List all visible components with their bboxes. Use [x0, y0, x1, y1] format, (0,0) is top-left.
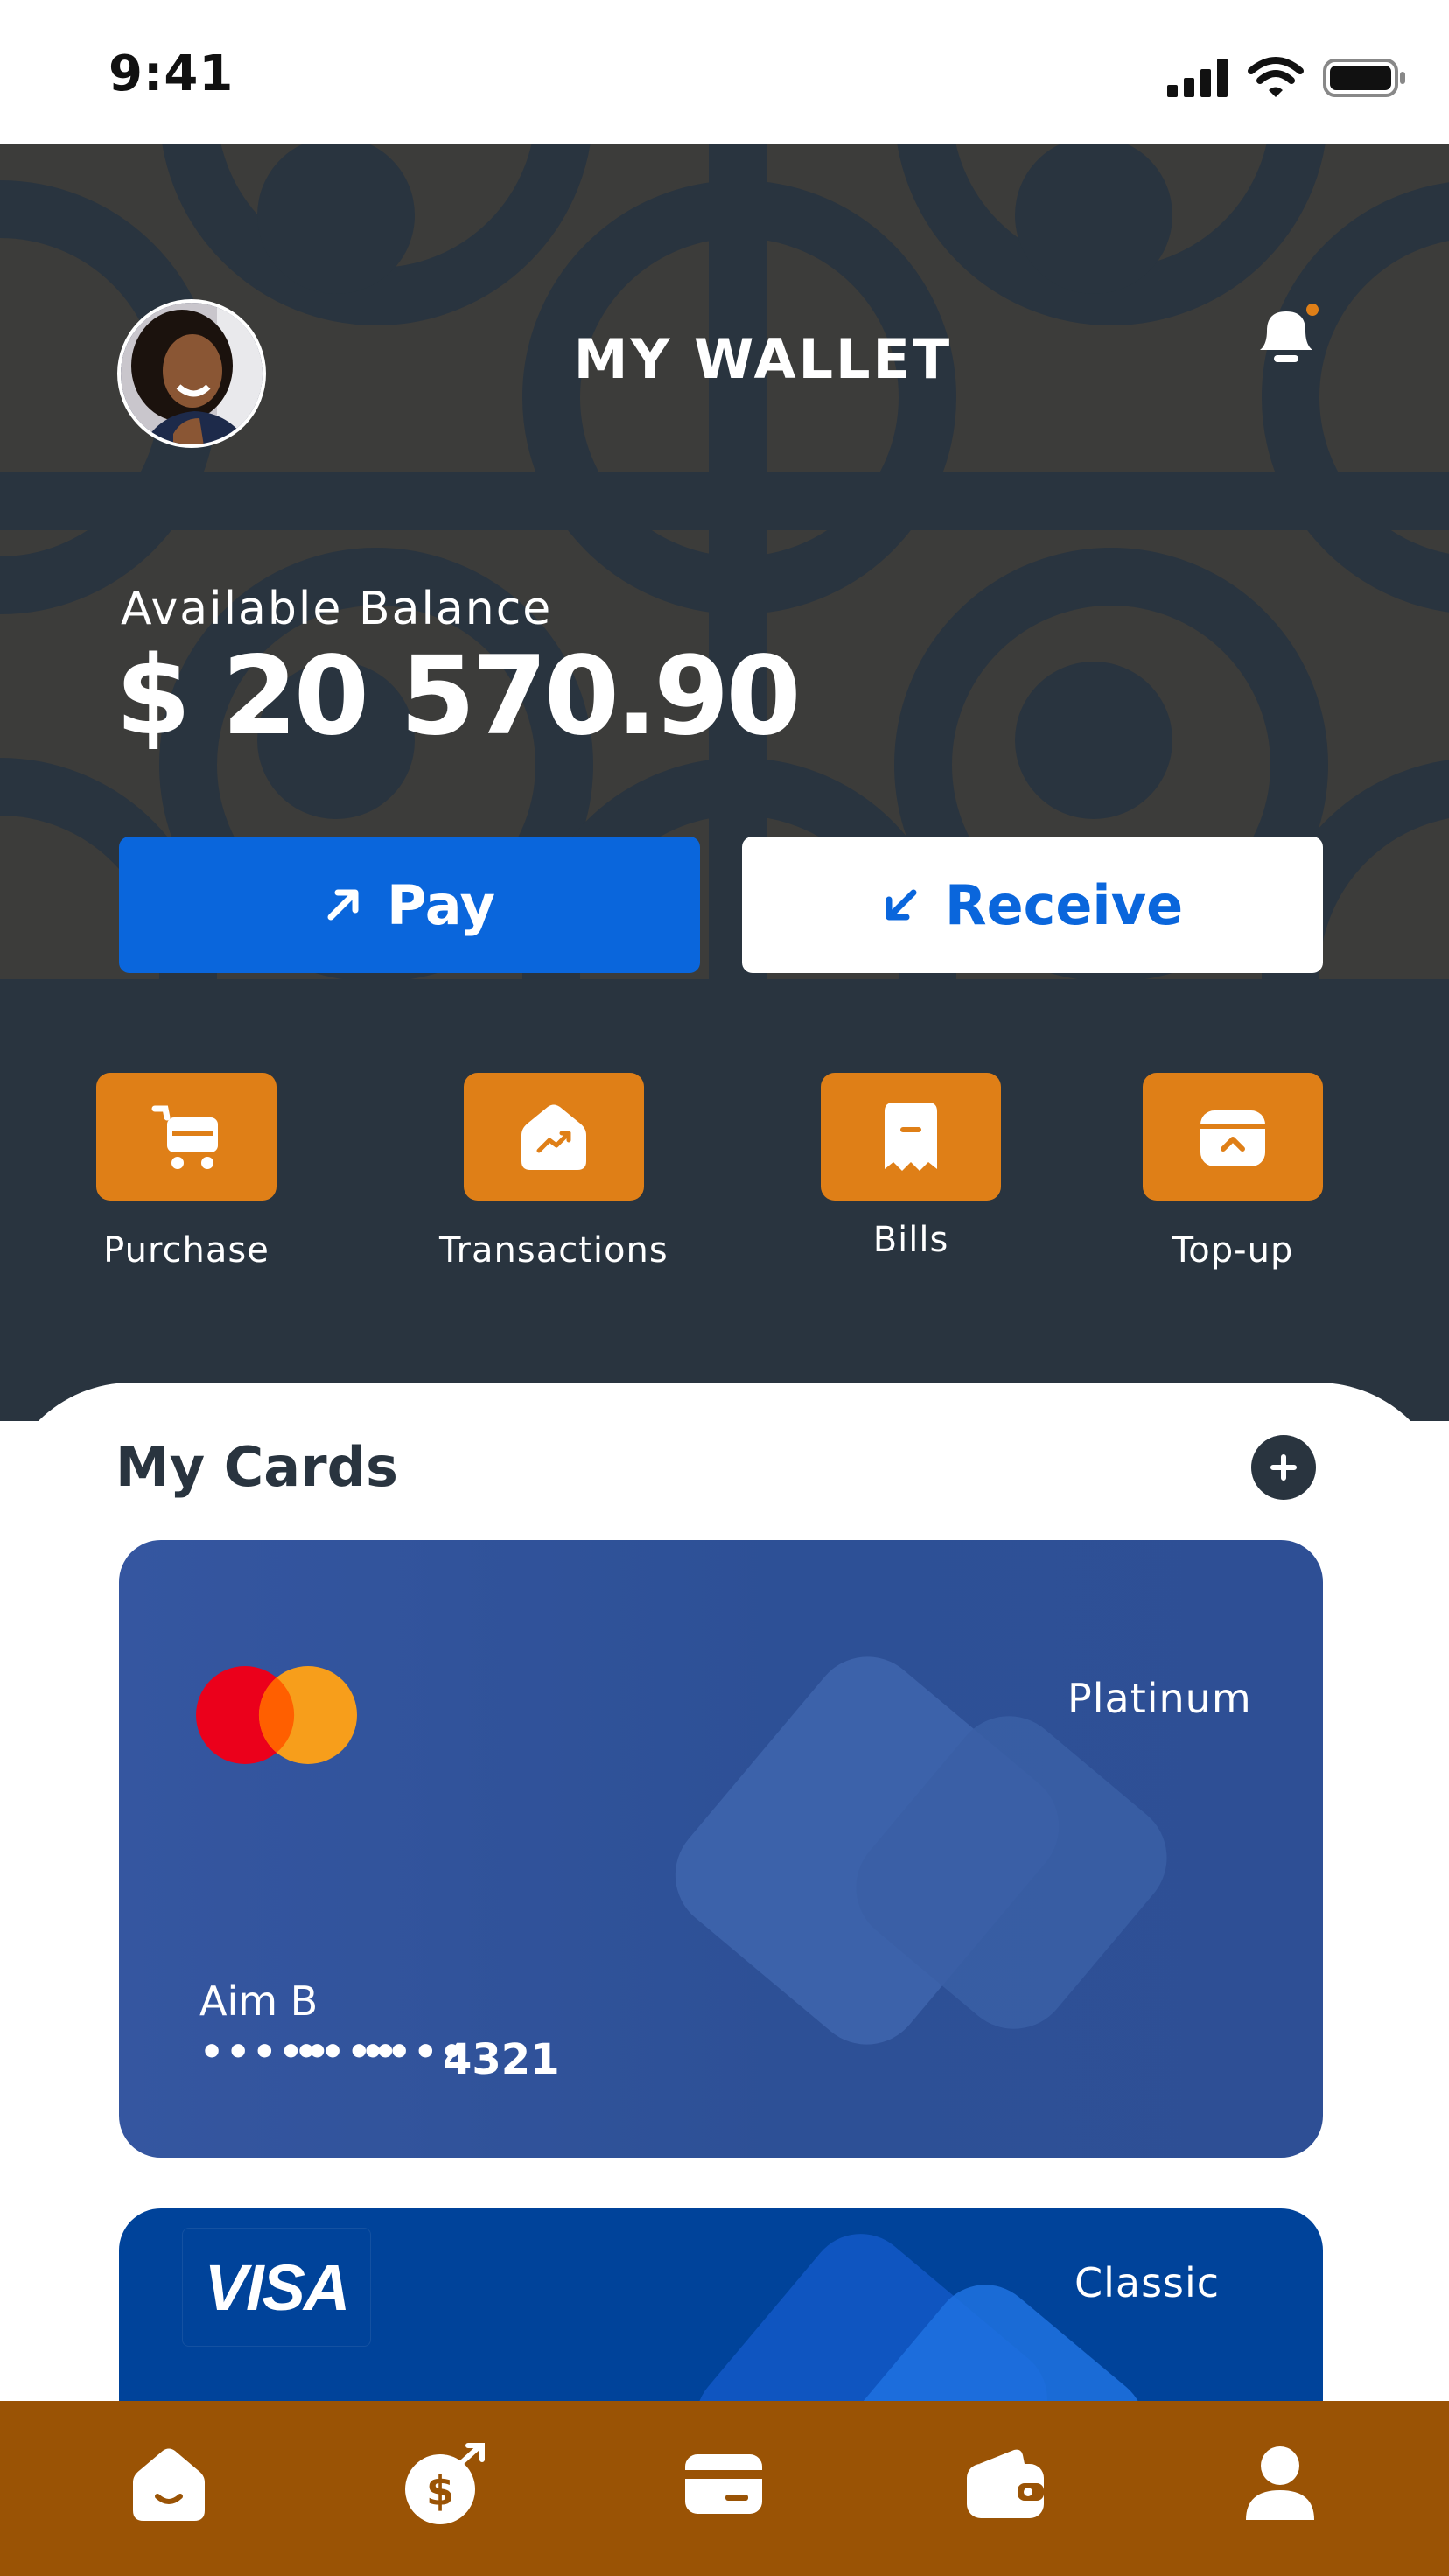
- wallet-screen: 9:41 MY WALLET Available Balance $ 20 57…: [0, 0, 1449, 2576]
- card-icon: [685, 2454, 762, 2514]
- wallet-icon: [967, 2449, 1044, 2518]
- nav-profile[interactable]: [1232, 2436, 1328, 2532]
- my-cards-title: My Cards: [116, 1435, 398, 1499]
- chart-icon: [521, 1104, 586, 1170]
- quick-actions: Purchase Transactions Bills Top-up: [0, 1073, 1449, 1283]
- status-time: 9:41: [108, 46, 234, 102]
- nav-transfer[interactable]: $: [397, 2436, 494, 2532]
- signal-icon: [1167, 59, 1228, 97]
- page-title: MY WALLET: [573, 327, 953, 391]
- wallet-topup-icon: [1200, 1110, 1265, 1166]
- nav-home[interactable]: [121, 2436, 217, 2532]
- profile-icon: [1246, 2446, 1314, 2520]
- notification-bell-icon[interactable]: [1253, 301, 1320, 371]
- action-label: Bills: [872, 1220, 949, 1260]
- bills-action[interactable]: Bills: [821, 1073, 1001, 1260]
- bottom-navigation: $: [0, 2401, 1449, 2576]
- pay-button[interactable]: Pay: [119, 836, 700, 973]
- arrow-down-left-icon: [886, 889, 917, 920]
- card-tier: Classic: [1074, 2259, 1221, 2306]
- purchase-action[interactable]: Purchase: [96, 1073, 276, 1270]
- action-label: Purchase: [103, 1230, 270, 1270]
- mastercard-card[interactable]: Platinum Aim B ••••• •••• •••• 4321: [119, 1540, 1323, 2158]
- receive-button[interactable]: Receive: [742, 836, 1323, 973]
- action-tile: [1143, 1073, 1323, 1200]
- receive-button-label: Receive: [944, 872, 1184, 937]
- transactions-action[interactable]: Transactions: [439, 1073, 668, 1270]
- pay-button-label: Pay: [386, 872, 496, 937]
- home-icon: [133, 2448, 205, 2521]
- action-tile: [463, 1073, 644, 1200]
- cards-section: My Cards Platinum Aim B ••••• •••• •••• …: [0, 1382, 1449, 2576]
- action-tile: [821, 1073, 1001, 1200]
- add-card-button[interactable]: [1251, 1435, 1316, 1500]
- battery-icon: [1323, 59, 1405, 97]
- status-icons: [1167, 56, 1407, 100]
- plus-icon: [1270, 1454, 1297, 1480]
- card-tier: Platinum: [1068, 1675, 1252, 1722]
- wifi-icon: [1248, 57, 1304, 97]
- receipt-icon: [885, 1102, 937, 1171]
- action-label: Top-up: [1172, 1230, 1294, 1270]
- mastercard-logo-icon: [196, 1666, 357, 1764]
- money-transfer-icon: $: [405, 2443, 485, 2524]
- svg-text:$: $: [426, 2468, 454, 2515]
- balance-amount: $ 20 570.90: [116, 634, 802, 760]
- card-holder-name: Aim B: [200, 1978, 318, 2025]
- visa-brand: VISA: [204, 2250, 351, 2324]
- topup-action[interactable]: Top-up: [1143, 1073, 1323, 1270]
- wallet-header: MY WALLET Available Balance $ 20 570.90 …: [0, 144, 1449, 1421]
- action-tile: [96, 1073, 276, 1200]
- cart-icon: [151, 1105, 218, 1169]
- arrow-up-right-icon: [327, 889, 359, 920]
- card-last-four: 4321: [443, 2035, 560, 2084]
- nav-cards[interactable]: [676, 2436, 772, 2532]
- balance-label: Available Balance: [121, 583, 553, 635]
- visa-logo: VISA: [182, 2228, 371, 2347]
- status-bar: 9:41: [0, 0, 1449, 144]
- action-label: Transactions: [439, 1230, 668, 1270]
- nav-wallet[interactable]: [957, 2436, 1054, 2532]
